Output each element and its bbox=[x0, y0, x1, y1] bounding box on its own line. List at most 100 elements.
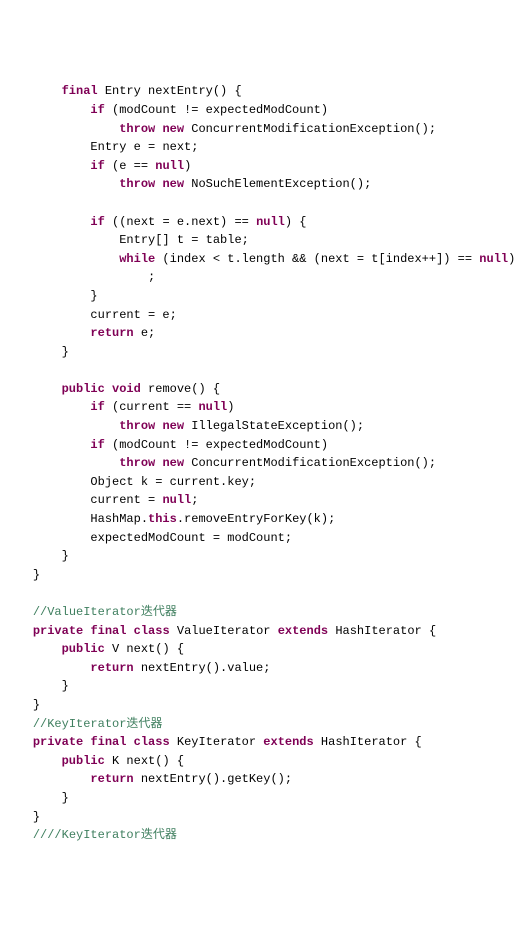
code-token: extends bbox=[278, 624, 328, 638]
code-token: extends bbox=[263, 735, 313, 749]
code-token: while bbox=[119, 252, 155, 266]
code-token: } bbox=[62, 549, 69, 563]
code-token: new bbox=[162, 122, 184, 136]
code-line: throw new ConcurrentModificationExceptio… bbox=[4, 120, 515, 139]
code-line: public void remove() { bbox=[4, 380, 515, 399]
code-line: ////KeyIterator迭代器 bbox=[4, 826, 515, 845]
code-token: (e == bbox=[105, 159, 155, 173]
code-line: current = null; bbox=[4, 491, 515, 510]
code-line: //ValueIterator迭代器 bbox=[4, 603, 515, 622]
code-line: } bbox=[4, 287, 515, 306]
code-token: nextEntry().value; bbox=[134, 661, 271, 675]
code-token: void bbox=[112, 382, 141, 396]
code-line: } bbox=[4, 547, 515, 566]
code-token: null bbox=[162, 493, 191, 507]
code-token: ConcurrentModificationException(); bbox=[184, 122, 436, 136]
code-line: } bbox=[4, 696, 515, 715]
code-token: if bbox=[90, 215, 104, 229]
code-token: current = e; bbox=[90, 308, 176, 322]
code-token: null bbox=[256, 215, 285, 229]
code-token: } bbox=[62, 679, 69, 693]
code-token: } bbox=[62, 345, 69, 359]
code-line: } bbox=[4, 789, 515, 808]
code-token: new bbox=[162, 419, 184, 433]
code-token: Entry[] t = table; bbox=[119, 233, 249, 247]
code-token: throw bbox=[119, 177, 155, 191]
code-line: } bbox=[4, 343, 515, 362]
code-line: Entry e = next; bbox=[4, 138, 515, 157]
code-token: private bbox=[33, 624, 83, 638]
code-line: while (index < t.length && (next = t[ind… bbox=[4, 250, 515, 269]
code-token: (modCount != expectedModCount) bbox=[105, 103, 328, 117]
code-token: ValueIterator bbox=[170, 624, 278, 638]
code-token: //ValueIterator迭代器 bbox=[33, 605, 177, 619]
code-token: ) bbox=[227, 400, 234, 414]
code-token: if bbox=[90, 159, 104, 173]
code-token: throw bbox=[119, 456, 155, 470]
code-token: null bbox=[479, 252, 508, 266]
code-line: Object k = current.key; bbox=[4, 473, 515, 492]
code-line bbox=[4, 584, 515, 603]
code-token: public bbox=[62, 382, 105, 396]
code-token: ////KeyIterator迭代器 bbox=[33, 828, 177, 842]
code-token: e; bbox=[134, 326, 156, 340]
code-token: Entry e = next; bbox=[90, 140, 198, 154]
code-token: (modCount != expectedModCount) bbox=[105, 438, 328, 452]
code-line: throw new IllegalStateException(); bbox=[4, 417, 515, 436]
code-line: return nextEntry().getKey(); bbox=[4, 770, 515, 789]
code-token: expectedModCount = modCount; bbox=[90, 531, 292, 545]
code-token: K next() { bbox=[105, 754, 184, 768]
code-token: public bbox=[62, 642, 105, 656]
code-line: final Entry nextEntry() { bbox=[4, 82, 515, 101]
code-token: ) { bbox=[285, 215, 307, 229]
code-token: } bbox=[33, 810, 40, 824]
code-line: } bbox=[4, 566, 515, 585]
code-token: final bbox=[62, 84, 98, 98]
code-token: return bbox=[90, 772, 133, 786]
code-line: } bbox=[4, 677, 515, 696]
code-token: (current == bbox=[105, 400, 199, 414]
code-token: KeyIterator bbox=[170, 735, 264, 749]
code-token: throw bbox=[119, 419, 155, 433]
code-token: private bbox=[33, 735, 83, 749]
code-token: } bbox=[62, 791, 69, 805]
code-line: public V next() { bbox=[4, 640, 515, 659]
code-line: if (modCount != expectedModCount) bbox=[4, 436, 515, 455]
code-token: nextEntry().getKey(); bbox=[134, 772, 292, 786]
code-token bbox=[4, 363, 11, 377]
code-token: new bbox=[162, 456, 184, 470]
code-token: HashIterator { bbox=[328, 624, 436, 638]
code-token: } bbox=[33, 698, 40, 712]
code-token: this bbox=[148, 512, 177, 526]
code-line: } bbox=[4, 808, 515, 827]
code-line: throw new NoSuchElementException(); bbox=[4, 175, 515, 194]
code-token bbox=[105, 382, 112, 396]
code-token: HashMap. bbox=[90, 512, 148, 526]
code-block: final Entry nextEntry() { if (modCount !… bbox=[4, 82, 515, 844]
code-token bbox=[126, 624, 133, 638]
code-line: throw new ConcurrentModificationExceptio… bbox=[4, 454, 515, 473]
code-token: return bbox=[90, 326, 133, 340]
code-line: current = e; bbox=[4, 306, 515, 325]
code-token: null bbox=[155, 159, 184, 173]
code-token: V next() { bbox=[105, 642, 184, 656]
code-token: ) bbox=[508, 252, 515, 266]
code-token: //KeyIterator迭代器 bbox=[33, 717, 163, 731]
code-token: ((next = e.next) == bbox=[105, 215, 256, 229]
code-token: class bbox=[134, 624, 170, 638]
code-token: final bbox=[90, 624, 126, 638]
code-token: } bbox=[33, 568, 40, 582]
code-token: ; bbox=[148, 270, 155, 284]
code-token: IllegalStateException(); bbox=[184, 419, 364, 433]
code-line bbox=[4, 194, 515, 213]
code-token bbox=[126, 735, 133, 749]
code-token: } bbox=[90, 289, 97, 303]
code-token: if bbox=[90, 103, 104, 117]
code-token: throw bbox=[119, 122, 155, 136]
code-token: (index < t.length && (next = t[index++])… bbox=[155, 252, 479, 266]
code-token bbox=[4, 196, 11, 210]
code-token: ) bbox=[184, 159, 191, 173]
code-token: current = bbox=[90, 493, 162, 507]
code-line: return e; bbox=[4, 324, 515, 343]
code-token: ConcurrentModificationException(); bbox=[184, 456, 436, 470]
